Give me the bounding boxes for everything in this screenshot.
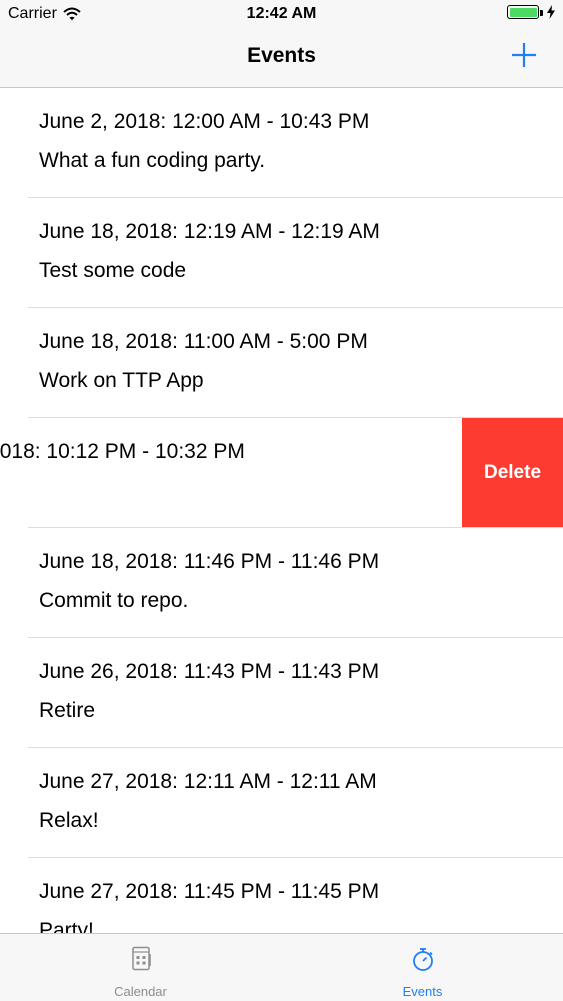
- tab-label: Events: [402, 984, 443, 999]
- events-list[interactable]: June 2, 2018: 12:00 AM - 10:43 PM What a …: [0, 88, 563, 933]
- event-row[interactable]: June 26, 2018: 11:43 PM - 11:43 PM Retire: [0, 638, 563, 748]
- event-content: June 18, 2018: 12:19 AM - 12:19 AM Test s…: [0, 198, 563, 308]
- event-title: Commit to repo.: [39, 589, 189, 612]
- event-row[interactable]: June 18, 2018: 11:00 AM - 5:00 PM Work on…: [0, 308, 563, 418]
- add-event-button[interactable]: [511, 42, 537, 68]
- battery-indicator: [507, 5, 555, 19]
- navigation-bar: Events: [0, 30, 563, 88]
- event-content: June 18, 2018: 11:00 AM - 5:00 PM Work on…: [0, 308, 563, 418]
- event-time: June 18, 2018: 12:19 AM - 12:19 AM: [39, 220, 380, 243]
- tab-label: Calendar: [114, 984, 167, 999]
- charging-bolt-icon: [547, 5, 555, 19]
- tab-bar: Calendar Events: [0, 933, 563, 1001]
- status-time: 12:42 AM: [246, 5, 317, 22]
- event-title: Party!: [39, 919, 94, 933]
- stopwatch-icon: [282, 946, 563, 972]
- event-row[interactable]: Delete18, 2018: 10:12 PM - 10:32 PMnner: [0, 418, 563, 528]
- battery-icon: [507, 5, 543, 19]
- event-content: June 27, 2018: 12:11 AM - 12:11 AM Relax!: [0, 748, 563, 858]
- event-title: Test some code: [39, 259, 187, 282]
- event-content: June 27, 2018: 11:45 PM - 11:45 PM Party!: [0, 858, 563, 933]
- event-time: June 27, 2018: 12:11 AM - 12:11 AM: [39, 770, 377, 793]
- event-time: June 26, 2018: 11:43 PM - 11:43 PM: [39, 660, 380, 683]
- event-content: June 26, 2018: 11:43 PM - 11:43 PM Retire: [0, 638, 563, 748]
- event-time: June 27, 2018: 11:45 PM - 11:45 PM: [39, 880, 380, 903]
- tab-calendar[interactable]: Calendar: [0, 934, 281, 1001]
- event-title: Relax!: [39, 809, 99, 832]
- event-row[interactable]: June 2, 2018: 12:00 AM - 10:43 PM What a …: [0, 88, 563, 198]
- event-time: June 18, 2018: 11:46 PM - 11:46 PM: [39, 550, 380, 573]
- event-row[interactable]: June 27, 2018: 12:11 AM - 12:11 AM Relax!: [0, 748, 563, 858]
- event-content: 18, 2018: 10:12 PM - 10:32 PMnner: [0, 418, 563, 528]
- event-row[interactable]: June 27, 2018: 11:45 PM - 11:45 PM Party!: [0, 858, 563, 933]
- event-row[interactable]: June 18, 2018: 11:46 PM - 11:46 PM Commit…: [0, 528, 563, 638]
- plus-icon: [512, 43, 536, 67]
- event-row[interactable]: June 18, 2018: 12:19 AM - 12:19 AM Test s…: [0, 198, 563, 308]
- event-title: What a fun coding party.: [39, 149, 266, 172]
- calendar-icon: [0, 946, 281, 972]
- battery-level: [509, 7, 537, 17]
- battery-nub: [540, 10, 543, 16]
- event-content: June 2, 2018: 12:00 AM - 10:43 PM What a …: [0, 88, 563, 198]
- event-time: June 18, 2018: 11:00 AM - 5:00 PM: [39, 330, 368, 353]
- event-content: June 18, 2018: 11:46 PM - 11:46 PM Commit…: [0, 528, 563, 638]
- status-bar: Carrier 12:42 AM: [0, 0, 563, 30]
- event-time: 18, 2018: 10:12 PM - 10:32 PM: [0, 440, 245, 463]
- event-title: Work on TTP App: [39, 369, 204, 392]
- event-time: June 2, 2018: 12:00 AM - 10:43 PM: [39, 110, 370, 133]
- event-title: Retire: [39, 699, 96, 722]
- page-title: Events: [247, 44, 316, 67]
- tab-events[interactable]: Events: [282, 934, 563, 1001]
